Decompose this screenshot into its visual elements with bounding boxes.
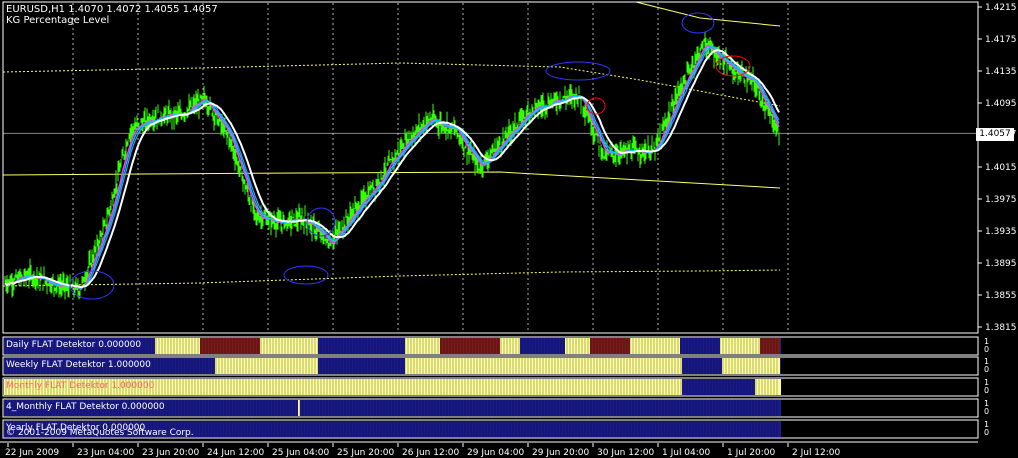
time-tick-label: 25 Jun 04:00	[272, 448, 329, 458]
lower-percentage-level	[2, 269, 781, 287]
copyright-text: © 2001-2009 MetaQuotes Software Corp.	[6, 428, 194, 438]
blue-ellipse	[681, 12, 715, 34]
time-tick-label: 25 Jun 20:00	[337, 448, 394, 458]
time-tick-label: 26 Jun 12:00	[402, 448, 459, 458]
price-tick-label: 1.4135	[985, 67, 1017, 77]
time-tick-label: 24 Jun 12:00	[207, 448, 264, 458]
price-candles	[4, 31, 780, 300]
annotation-ellipses	[69, 12, 751, 300]
indicator-label: 4_Monthly FLAT Detektor 0.000000	[6, 402, 165, 412]
blue-ellipse	[283, 265, 329, 285]
price-axis: 1.4215 1.4175 1.4135 1.4095 1.4057 1.4015 1.39…	[978, 3, 1017, 333]
time-tick-label: 1 Jul 04:00	[662, 448, 711, 458]
indicator-label: Monthly FLAT Detektor 1.000000	[6, 381, 155, 391]
indicator-scale-label: 0	[984, 365, 990, 374]
upper-percentage-level	[2, 62, 781, 107]
indicator-name: KG Percentage Level	[6, 15, 110, 26]
price-tick-label: 1.3895	[985, 259, 1017, 269]
indicator-scale-label: 0	[984, 428, 990, 437]
flat-bar-segment	[440, 338, 500, 354]
indicator-scale-label: 0	[984, 345, 990, 354]
blue-ellipse	[545, 61, 611, 81]
indicator-label: Weekly FLAT Detektor 1.000000	[6, 360, 151, 370]
flat-bar-segment	[318, 358, 405, 374]
price-tick-label: 1.3815	[985, 323, 1017, 333]
flat-bar-segment	[630, 338, 680, 354]
time-tick-label: 29 Jun 20:00	[532, 448, 589, 458]
time-tick-label: 23 Jun 20:00	[142, 448, 199, 458]
time-tick-label: 1 Jul 20:00	[727, 448, 776, 458]
flat-bar-segment	[565, 338, 590, 354]
time-tick-label: 30 Jun 12:00	[597, 448, 654, 458]
price-tick-label: 1.4095	[985, 99, 1017, 109]
price-tick-label: 1.3935	[985, 227, 1017, 237]
time-tick-label: 29 Jun 04:00	[467, 448, 524, 458]
indicator-label: Daily FLAT Detektor 0.000000	[6, 340, 142, 350]
price-tick-label: 1.3975	[985, 195, 1017, 205]
time-tick-label: 22 Jun 2009	[5, 448, 59, 458]
price-tick-label: 1.4175	[985, 35, 1017, 45]
indicator-scale-label: 0	[984, 386, 990, 395]
price-tick-label: 1.3855	[985, 291, 1017, 301]
price-tick-label: 1.4015	[985, 163, 1017, 173]
current-price-tag: 1.4057	[976, 128, 1014, 141]
top-percentage-level	[635, 1, 781, 27]
time-tick-label: 23 Jun 04:00	[77, 448, 134, 458]
price-tick-label: 1.4215	[985, 3, 1017, 13]
symbol-info: EURUSD,H1 1.4070 1.4072 1.4055 1.4057	[6, 4, 218, 15]
time-axis: 22 Jun 2009 23 Jun 04:00 23 Jun 20:00 24 Ju…	[0, 441, 978, 458]
flat-bar-segment	[200, 338, 260, 354]
grid-lines	[3, 3, 978, 333]
main-frame	[2, 1, 979, 334]
time-tick-label: 2 Jul 12:00	[792, 448, 841, 458]
indicator-scale-label: 0	[984, 407, 990, 416]
